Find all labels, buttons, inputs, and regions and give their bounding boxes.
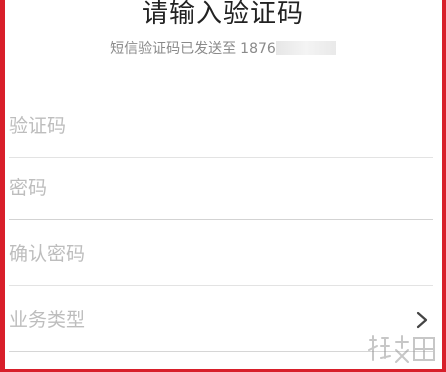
sms-sent-notice: 短信验证码已发送至 1876: [0, 40, 446, 58]
password-row: [9, 156, 433, 220]
password-input[interactable]: [9, 156, 433, 219]
screen: 请输入验证码 短信验证码已发送至1876 业务类型: [0, 0, 446, 372]
phone-number-mask: [275, 41, 336, 55]
confirm-password-row: [9, 222, 433, 286]
verification-code-row: [9, 94, 433, 158]
confirm-password-input[interactable]: [9, 222, 433, 285]
verification-code-input[interactable]: [9, 94, 433, 157]
page-title: 请输入验证码: [141, 0, 304, 29]
site-watermark-logo: [368, 335, 435, 363]
business-type-label: 业务类型: [9, 309, 86, 331]
chevron-right-icon: [416, 311, 428, 329]
sms-sent-label: 短信验证码已发送至: [110, 41, 237, 57]
phone-number: 1876: [240, 41, 276, 57]
